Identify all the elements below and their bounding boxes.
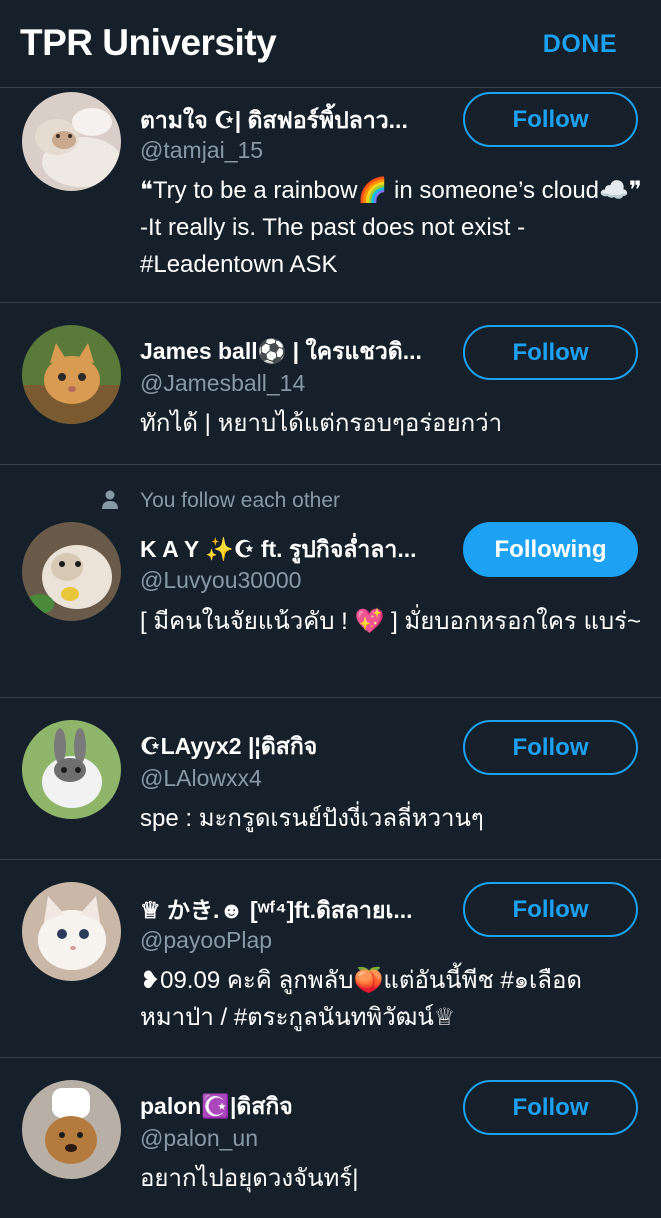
- user-handle: @palon_un: [140, 1125, 258, 1151]
- user-bio: [ มีคนในจัยแน้วคับ ! 💖 ] มั่ยบอกหรอกใคร …: [140, 608, 642, 635]
- mutual-follow-label: You follow each other: [140, 489, 341, 512]
- user-bio: ❝Try to be a rainbow🌈 in someone’s cloud…: [140, 177, 642, 278]
- user-handle: @LAlowxx4: [140, 765, 262, 791]
- avatar[interactable]: [22, 325, 121, 424]
- user-handle: @payooPlap: [140, 927, 273, 953]
- page-title: TPR University: [20, 22, 277, 63]
- kitten-photo-icon: [22, 325, 121, 424]
- top-bar: TPR University DONE: [0, 0, 661, 88]
- follow-button[interactable]: Follow: [463, 720, 638, 775]
- kitten-photo-icon: [22, 92, 121, 191]
- person-icon: [102, 490, 118, 509]
- user-name: James ball⚽ | ใครแชวดิ...: [140, 338, 422, 364]
- avatar[interactable]: [22, 720, 121, 819]
- avatar[interactable]: [22, 522, 121, 621]
- user-name: ♕ かき.☻ [ʷᶠ⁴]ft.ดิสลายเ...: [140, 897, 413, 923]
- user-row[interactable]: ตามใจ ☪| ดิสฟอร์พิ้ปลาว... @tamjai_15 ❝T…: [0, 88, 661, 303]
- follow-button[interactable]: Follow: [463, 92, 638, 147]
- user-row[interactable]: James ball⚽ | ใครแชวดิ... @Jamesball_14 …: [0, 303, 661, 465]
- user-name: ☪LAyyx2 |¦ดิสกิจ: [140, 733, 318, 759]
- user-bio: อยากไปอยุดวงจันทร์|: [140, 1165, 359, 1192]
- user-name: K A Y ✨☪ ft. รูปกิจล่ำลา...: [140, 536, 417, 562]
- user-handle: @Luvyou30000: [140, 567, 302, 593]
- user-bio: spe : มะกรูดเรนย์ปังงี่เวลลี่หวานๆ: [140, 805, 484, 832]
- rabbit-photo-icon: [22, 720, 121, 819]
- user-handle: @Jamesball_14: [140, 370, 306, 396]
- user-row[interactable]: ☪LAyyx2 |¦ดิสกิจ @LAlowxx4 spe : มะกรูดเ…: [0, 698, 661, 860]
- user-bio: ทักได้ | หยาบได้แต่กรอบๆอร่อยกว่า: [140, 410, 503, 437]
- user-name: palon☪️|ดิสกิจ: [140, 1093, 293, 1119]
- dog-photo-icon: [22, 1080, 121, 1179]
- done-button[interactable]: DONE: [543, 30, 617, 59]
- following-button[interactable]: Following: [463, 522, 638, 577]
- user-row[interactable]: ♕ かき.☻ [ʷᶠ⁴]ft.ดิสลายเ... @payooPlap ❥09…: [0, 860, 661, 1058]
- follow-button[interactable]: Follow: [463, 1080, 638, 1135]
- avatar[interactable]: [22, 882, 121, 981]
- hamster-photo-icon: [22, 522, 121, 621]
- user-bio: ❥09.09 คะคิ ลูกพลับ🍑แต่อันนี้พีช #๑เลือด…: [140, 967, 582, 1031]
- follow-button[interactable]: Follow: [463, 325, 638, 380]
- follow-button[interactable]: Follow: [463, 882, 638, 937]
- user-row[interactable]: palon☪️|ดิสกิจ @palon_un อยากไปอยุดวงจัน…: [0, 1058, 661, 1218]
- avatar[interactable]: [22, 92, 121, 191]
- avatar[interactable]: [22, 1080, 121, 1179]
- kitten-photo-icon: [22, 882, 121, 981]
- user-handle: @tamjai_15: [140, 137, 264, 163]
- user-name: ตามใจ ☪| ดิสฟอร์พิ้ปลาว...: [140, 107, 408, 133]
- user-row[interactable]: You follow each other K A Y ✨☪ ft. รูปกิ…: [0, 465, 661, 698]
